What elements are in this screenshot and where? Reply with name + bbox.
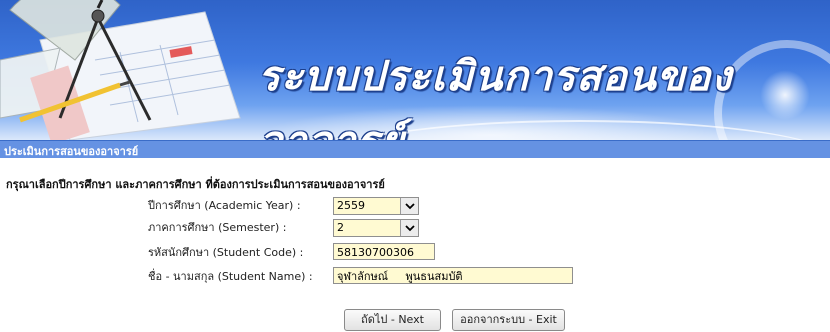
section-title: ประเมินการสอนของอาจารย์	[4, 145, 139, 158]
academic-year-dropdown-arrow[interactable]	[400, 198, 418, 214]
academic-year-select[interactable]: 2559	[333, 197, 419, 215]
exit-button[interactable]: ออกจากระบบ - Exit	[452, 309, 565, 331]
form-instruction: กรุณาเลือกปีการศึกษา และภาคการศึกษา ที่ต…	[6, 178, 385, 191]
compass-ruler-illustration	[0, 0, 241, 140]
semester-value: 2	[337, 221, 344, 234]
academic-year-label: ปีการศึกษา (Academic Year) :	[148, 199, 301, 212]
academic-year-value: 2559	[337, 199, 365, 212]
semester-label: ภาคการศึกษา (Semester) :	[148, 221, 287, 234]
next-button[interactable]: ถัดไป - Next	[344, 309, 441, 331]
student-code-field[interactable]: 58130700306	[333, 243, 435, 260]
semester-dropdown-arrow[interactable]	[400, 220, 418, 236]
chevron-down-icon	[405, 203, 415, 210]
header-banner: ระบบประเมินการสอนของอาจารย์	[0, 0, 830, 140]
section-header-bar: ประเมินการสอนของอาจารย์	[0, 140, 830, 158]
chevron-down-icon	[405, 225, 415, 232]
semester-select[interactable]: 2	[333, 219, 419, 237]
student-name-field[interactable]: จุฬาลักษณ์ พูนธนสมบัติ	[333, 267, 573, 284]
banner-title: ระบบประเมินการสอนของอาจารย์	[258, 52, 733, 140]
student-name-label: ชื่อ - นามสกุล (Student Name) :	[148, 270, 313, 283]
student-code-label: รหัสนักศึกษา (Student Code) :	[148, 246, 304, 259]
